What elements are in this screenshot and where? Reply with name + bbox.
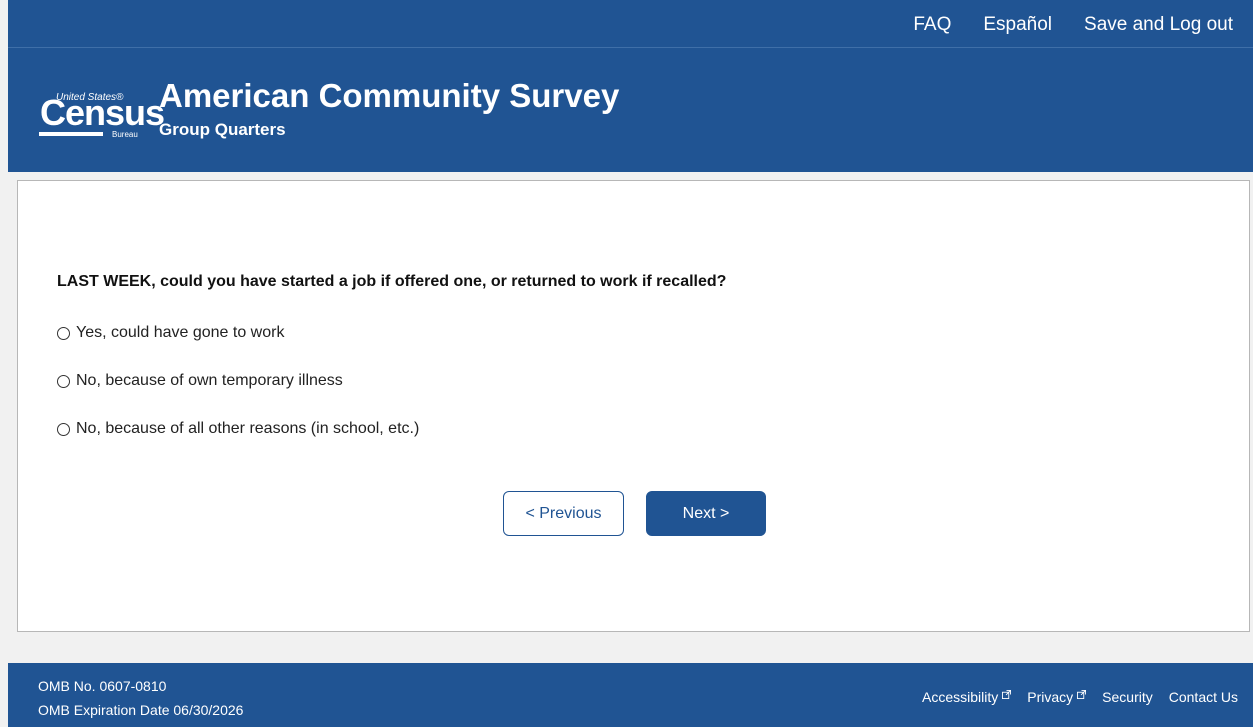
option-yes-could-have-gone-to-work[interactable]: Yes, could have gone to work <box>57 322 419 344</box>
logo-underline <box>39 132 103 136</box>
privacy-link-label: Privacy <box>1027 689 1074 705</box>
logo-census-text: Census <box>40 92 165 133</box>
accessibility-link-label: Accessibility <box>922 689 999 705</box>
external-link-icon <box>1002 689 1012 699</box>
radio-empty-icon[interactable] <box>57 326 70 340</box>
omb-number: OMB No. 0607-0810 <box>38 678 167 694</box>
external-link-icon <box>1077 689 1087 699</box>
security-link[interactable]: Security <box>1102 688 1153 706</box>
privacy-link[interactable]: Privacy <box>1027 688 1087 706</box>
previous-button[interactable]: < Previous <box>503 491 624 536</box>
omb-info: OMB No. 0607-0810 OMB Expiration Date 06… <box>38 674 243 722</box>
option-no-temporary-illness[interactable]: No, because of own temporary illness <box>57 370 419 392</box>
espanol-link[interactable]: Español <box>983 14 1052 36</box>
question-text: LAST WEEK, could you have started a job … <box>57 273 727 290</box>
option-no-all-other-reasons[interactable]: No, because of all other reasons (in sch… <box>57 418 419 440</box>
navigation-buttons: < Previous Next > <box>503 491 766 536</box>
option-label: No, because of own temporary illness <box>76 372 343 389</box>
option-label: Yes, could have gone to work <box>76 324 285 341</box>
page-footer: OMB No. 0607-0810 OMB Expiration Date 06… <box>8 663 1253 727</box>
faq-link[interactable]: FAQ <box>913 14 951 36</box>
census-bureau-logo: United States® Census Bureau <box>32 84 165 144</box>
question-card: LAST WEEK, could you have started a job … <box>17 180 1250 632</box>
footer-links: Accessibility Privacy Security Contact U… <box>922 688 1238 706</box>
survey-subtitle: Group Quarters <box>159 120 286 139</box>
answer-options: Yes, could have gone to work No, because… <box>57 322 419 466</box>
top-nav-links: FAQ Español Save and Log out <box>913 14 1233 36</box>
accessibility-link[interactable]: Accessibility <box>922 688 1012 706</box>
page-header: United States® Census Bureau American Co… <box>8 48 1253 172</box>
omb-expiration-date: OMB Expiration Date 06/30/2026 <box>38 702 244 718</box>
next-button[interactable]: Next > <box>646 491 766 536</box>
radio-empty-icon[interactable] <box>57 374 70 388</box>
survey-title: American Community Survey <box>159 77 620 114</box>
option-label: No, because of all other reasons (in sch… <box>76 420 420 437</box>
logo-bureau-text: Bureau <box>112 130 138 139</box>
contact-us-link[interactable]: Contact Us <box>1169 688 1238 706</box>
radio-empty-icon[interactable] <box>57 422 70 436</box>
save-and-log-out-link[interactable]: Save and Log out <box>1084 14 1233 36</box>
top-navigation-bar: FAQ Español Save and Log out <box>8 0 1253 48</box>
